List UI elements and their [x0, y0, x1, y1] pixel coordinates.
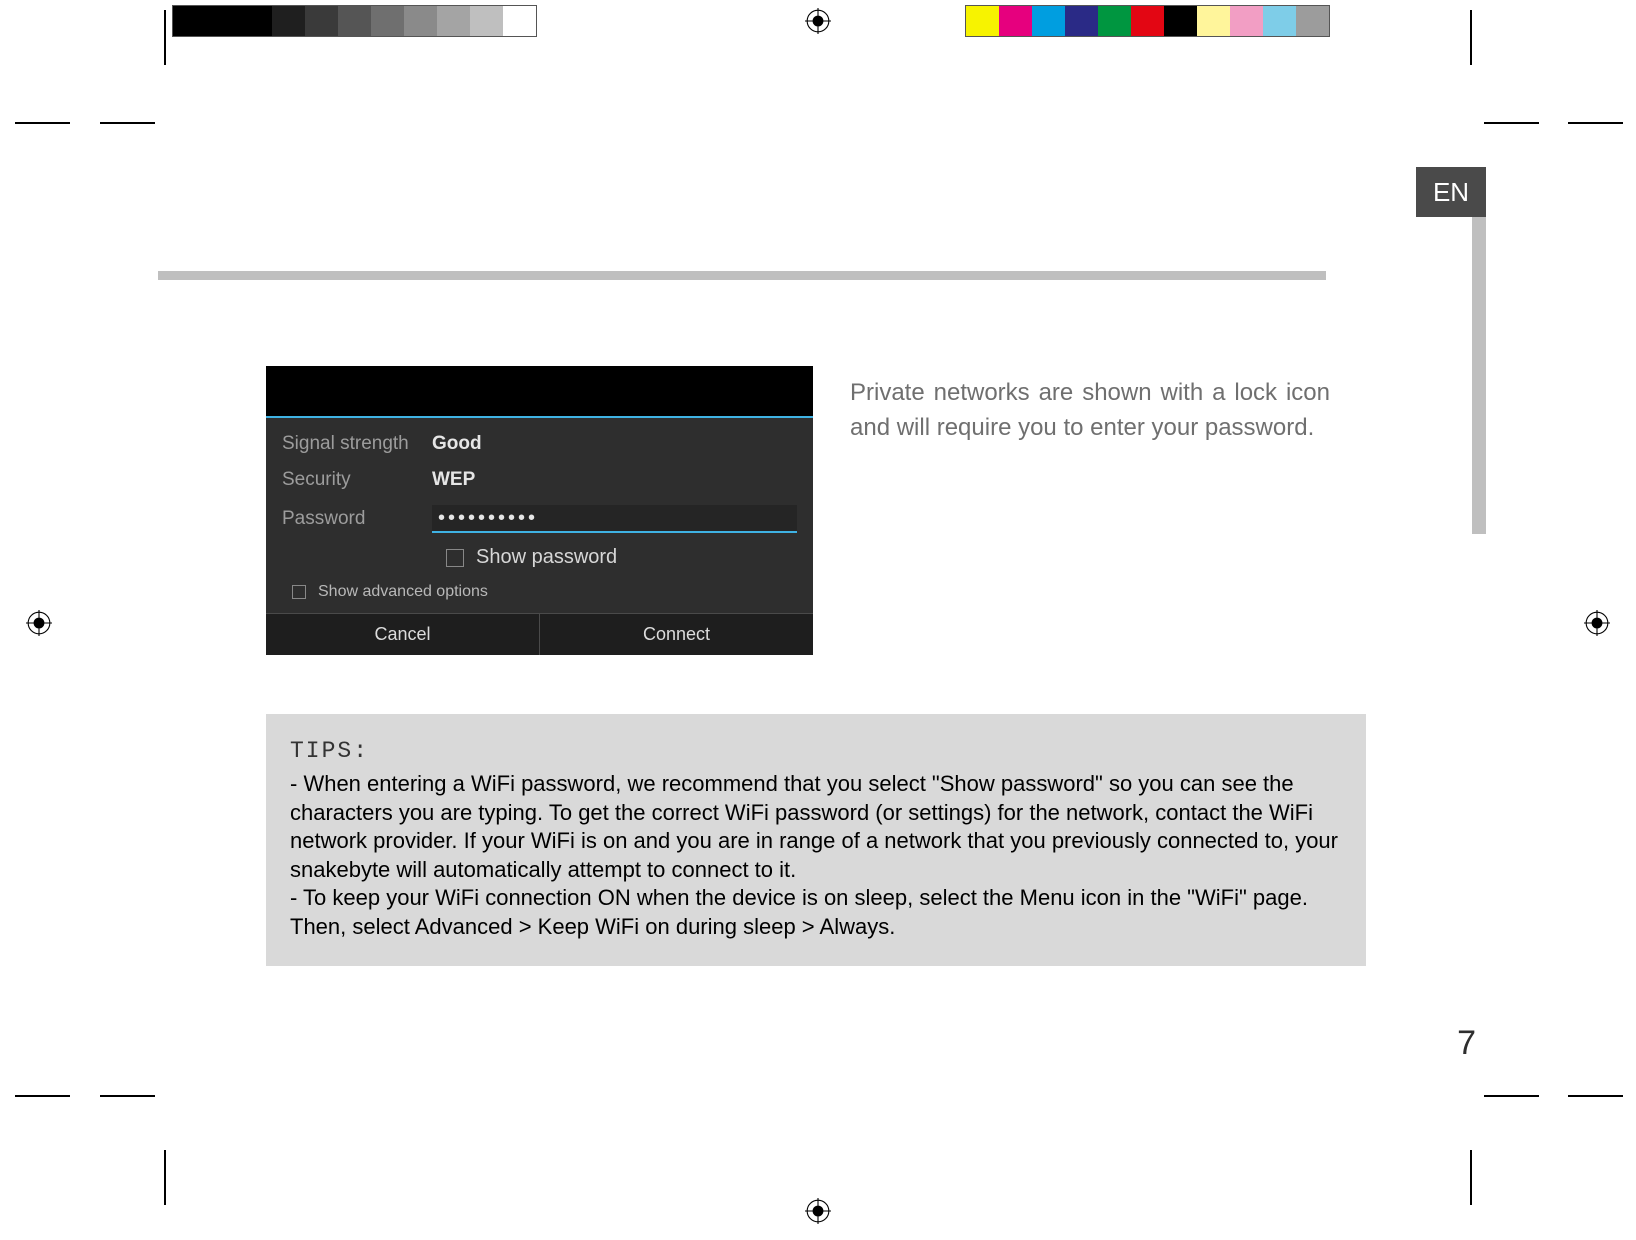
show-password-label: Show password: [476, 546, 617, 569]
crop-mark: [15, 1095, 70, 1097]
crop-mark: [1470, 10, 1472, 65]
crop-mark: [164, 1150, 166, 1205]
password-row: Password ••••••••••: [282, 498, 797, 540]
signal-strength-value: Good: [432, 433, 482, 455]
color-swatch: [1197, 6, 1230, 36]
crop-mark: [1470, 1150, 1472, 1205]
security-value: WEP: [432, 469, 475, 491]
crop-mark: [100, 122, 155, 124]
color-swatch: [999, 6, 1032, 36]
dialog-header: [266, 366, 813, 418]
crop-mark: [164, 10, 166, 65]
crop-mark: [1568, 1095, 1623, 1097]
color-swatch: [1164, 6, 1197, 36]
color-swatch: [437, 6, 470, 36]
signal-strength-label: Signal strength: [282, 433, 432, 455]
color-swatch: [1032, 6, 1065, 36]
registration-mark-icon: [26, 610, 52, 636]
password-input[interactable]: ••••••••••: [432, 505, 797, 533]
color-swatch: [239, 6, 272, 36]
color-swatch: [1263, 6, 1296, 36]
color-swatch: [1098, 6, 1131, 36]
crop-mark: [1484, 122, 1539, 124]
tips-item-1: - When entering a WiFi password, we reco…: [290, 770, 1342, 884]
password-label: Password: [282, 508, 432, 530]
color-swatch: [503, 6, 536, 36]
tips-box: TIPS: - When entering a WiFi password, w…: [266, 714, 1366, 966]
registration-mark-icon: [805, 1198, 831, 1224]
page-number: 7: [1457, 1024, 1476, 1063]
checkbox-icon[interactable]: [292, 585, 306, 599]
registration-mark-icon: [805, 8, 831, 34]
crop-mark: [15, 122, 70, 124]
side-thumb-index: [1472, 167, 1486, 534]
color-swatch: [338, 6, 371, 36]
color-swatch: [206, 6, 239, 36]
color-swatch: [404, 6, 437, 36]
connect-button[interactable]: Connect: [540, 614, 813, 655]
colorbar-color: [965, 5, 1330, 37]
show-advanced-label: Show advanced options: [318, 583, 488, 601]
colorbar-grayscale: [172, 5, 537, 37]
color-swatch: [272, 6, 305, 36]
checkbox-icon[interactable]: [446, 549, 464, 567]
show-password-row[interactable]: Show password: [282, 546, 797, 569]
color-swatch: [173, 6, 206, 36]
cancel-button[interactable]: Cancel: [266, 614, 540, 655]
color-swatch: [305, 6, 338, 36]
crop-mark: [100, 1095, 155, 1097]
color-swatch: [1296, 6, 1329, 36]
color-swatch: [1230, 6, 1263, 36]
color-swatch: [470, 6, 503, 36]
signal-strength-row: Signal strength Good: [282, 426, 797, 462]
tips-item-2: - To keep your WiFi connection ON when t…: [290, 884, 1342, 941]
color-swatch: [371, 6, 404, 36]
color-swatch: [1131, 6, 1164, 36]
color-swatch: [966, 6, 999, 36]
color-swatch: [1065, 6, 1098, 36]
language-tab: EN: [1416, 167, 1486, 217]
crop-mark: [1568, 122, 1623, 124]
security-label: Security: [282, 469, 432, 491]
registration-mark-icon: [1584, 610, 1610, 636]
tips-heading: TIPS:: [290, 738, 1342, 764]
section-rule: [158, 271, 1326, 280]
dialog-actions: Cancel Connect: [266, 613, 813, 655]
crop-mark: [1484, 1095, 1539, 1097]
body-paragraph: Private networks are shown with a lock i…: [850, 376, 1330, 446]
security-row: Security WEP: [282, 462, 797, 498]
wifi-connect-dialog: Signal strength Good Security WEP Passwo…: [266, 366, 813, 655]
show-advanced-row[interactable]: Show advanced options: [282, 581, 797, 611]
